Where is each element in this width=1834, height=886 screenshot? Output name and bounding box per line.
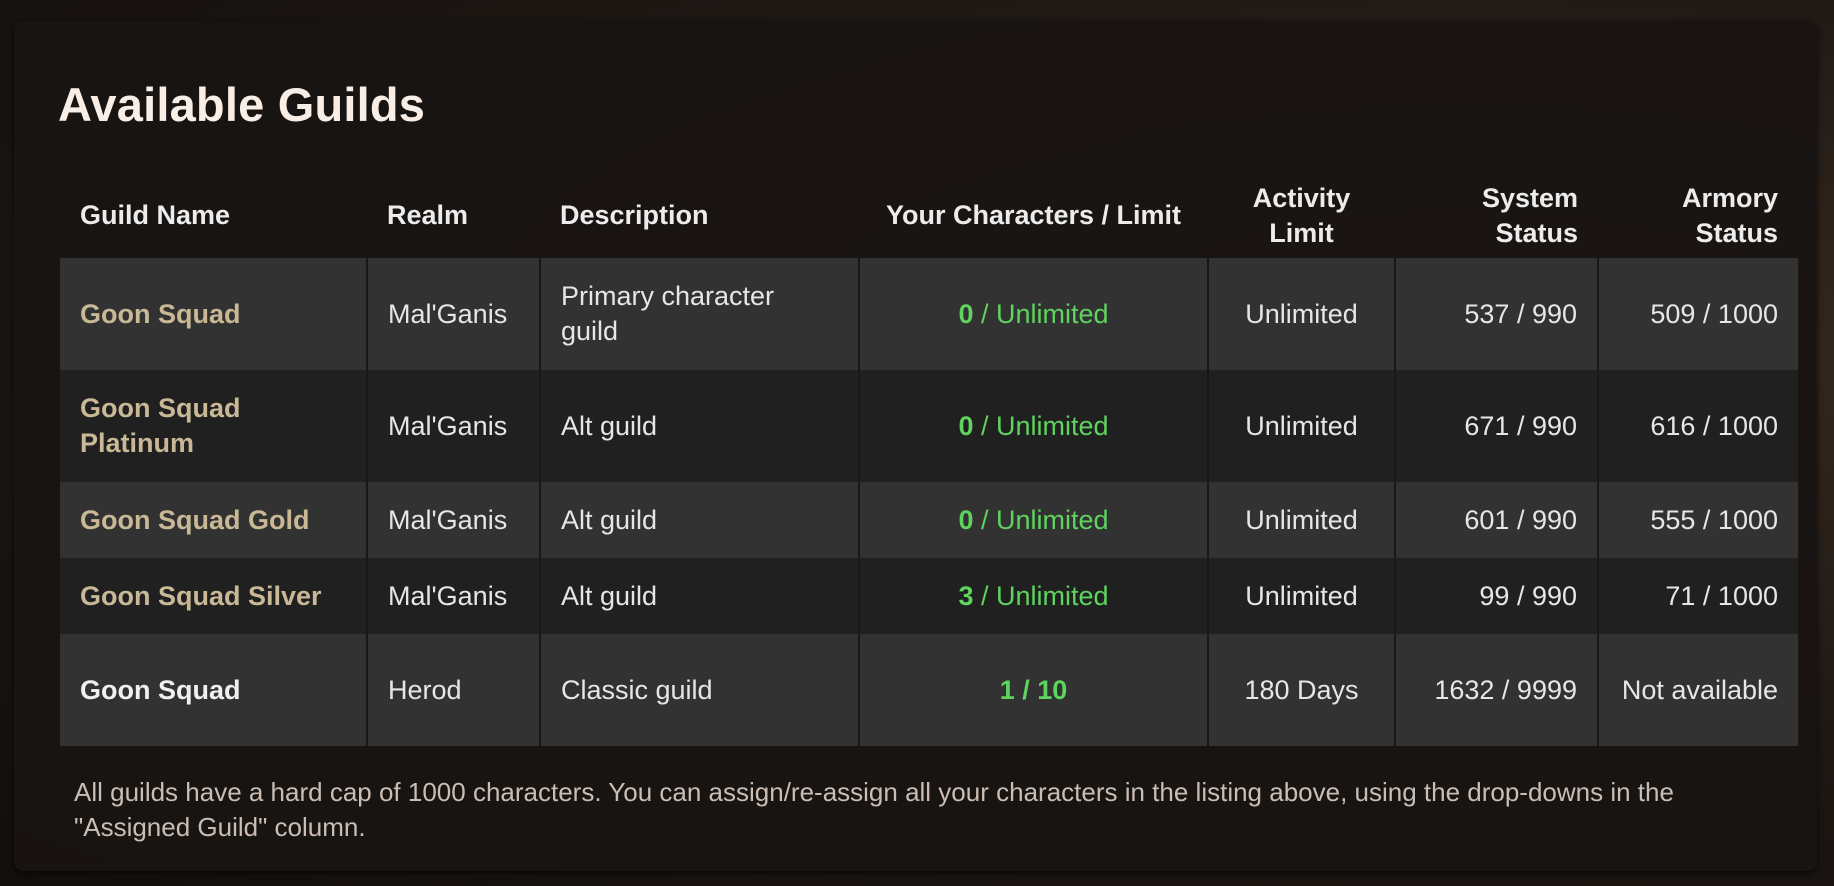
system-status: 1632 / 9999 [1394,634,1598,746]
column-header-system-status: System Status [1481,182,1578,248]
guilds-table: Guild Name Realm Description Your Charac… [60,173,1798,746]
system-status: 99 / 990 [1394,558,1598,634]
character-count: 0 [958,410,974,441]
available-guilds-panel: Available Guilds Guild Name Realm Descri… [14,21,1817,871]
table-row: Goon Squad Platinum Mal'Ganis Alt guild … [60,370,1798,482]
guild-name: Goon Squad Silver [60,558,367,634]
armory-status: 555 / 1000 [1597,482,1798,558]
system-status: 671 / 990 [1394,370,1598,482]
activity-limit: Unlimited [1207,258,1395,370]
realm: Mal'Ganis [366,482,540,558]
guild-name: Goon Squad [60,258,367,370]
characters-limit: 0 / Unlimited [858,482,1208,558]
description: Alt guild [539,558,859,634]
realm: Mal'Ganis [366,558,540,634]
armory-status: 509 / 1000 [1597,258,1798,370]
table-row: Goon Squad Gold Mal'Ganis Alt guild 0 / … [60,482,1798,558]
column-header-guild-name: Guild Name [80,200,231,230]
character-count: 1 [999,674,1015,705]
activity-limit: Unlimited [1207,558,1395,634]
characters-limit: 0 / Unlimited [858,370,1208,482]
page-title: Available Guilds [58,78,426,131]
column-header-armory-status: Armory Status [1681,182,1778,248]
activity-limit: Unlimited [1207,482,1395,558]
character-count: 0 [958,298,974,329]
system-status: 601 / 990 [1394,482,1598,558]
guild-name: Goon Squad Platinum [60,370,367,482]
guild-name: Goon Squad [60,634,367,746]
table-header-row: Guild Name Realm Description Your Charac… [60,173,1798,258]
character-count: 3 [958,580,974,611]
character-limit: / Unlimited [973,504,1109,535]
guild-cap-note: All guilds have a hard cap of 1000 chara… [74,777,1674,842]
character-count: 0 [958,504,974,535]
activity-limit: 180 Days [1207,634,1395,746]
realm: Herod [366,634,540,746]
column-header-realm: Realm [387,200,469,230]
characters-limit: 1 / 10 [858,634,1208,746]
description: Classic guild [539,634,859,746]
table-row: Goon Squad Mal'Ganis Primary character g… [60,258,1798,370]
description: Alt guild [539,482,859,558]
guild-name: Goon Squad Gold [60,482,367,558]
table-row: Goon Squad Silver Mal'Ganis Alt guild 3 … [60,558,1798,634]
description: Primary character guild [539,258,859,370]
system-status: 537 / 990 [1394,258,1598,370]
character-limit: / Unlimited [973,580,1109,611]
realm: Mal'Ganis [366,258,540,370]
character-limit: / 10 [1014,674,1068,705]
characters-limit: 3 / Unlimited [858,558,1208,634]
column-header-description: Description [560,200,709,230]
armory-status: 616 / 1000 [1597,370,1798,482]
realm: Mal'Ganis [366,370,540,482]
armory-status: 71 / 1000 [1597,558,1798,634]
column-header-characters-limit: Your Characters / Limit [885,200,1182,230]
column-header-activity-limit: Activity Limit [1252,182,1351,248]
table-row: Goon Squad Herod Classic guild 1 / 10 18… [60,634,1798,746]
description: Alt guild [539,370,859,482]
character-limit: / Unlimited [973,410,1109,441]
character-limit: / Unlimited [973,298,1109,329]
characters-limit: 0 / Unlimited [858,258,1208,370]
activity-limit: Unlimited [1207,370,1395,482]
armory-status: Not available [1597,634,1798,746]
